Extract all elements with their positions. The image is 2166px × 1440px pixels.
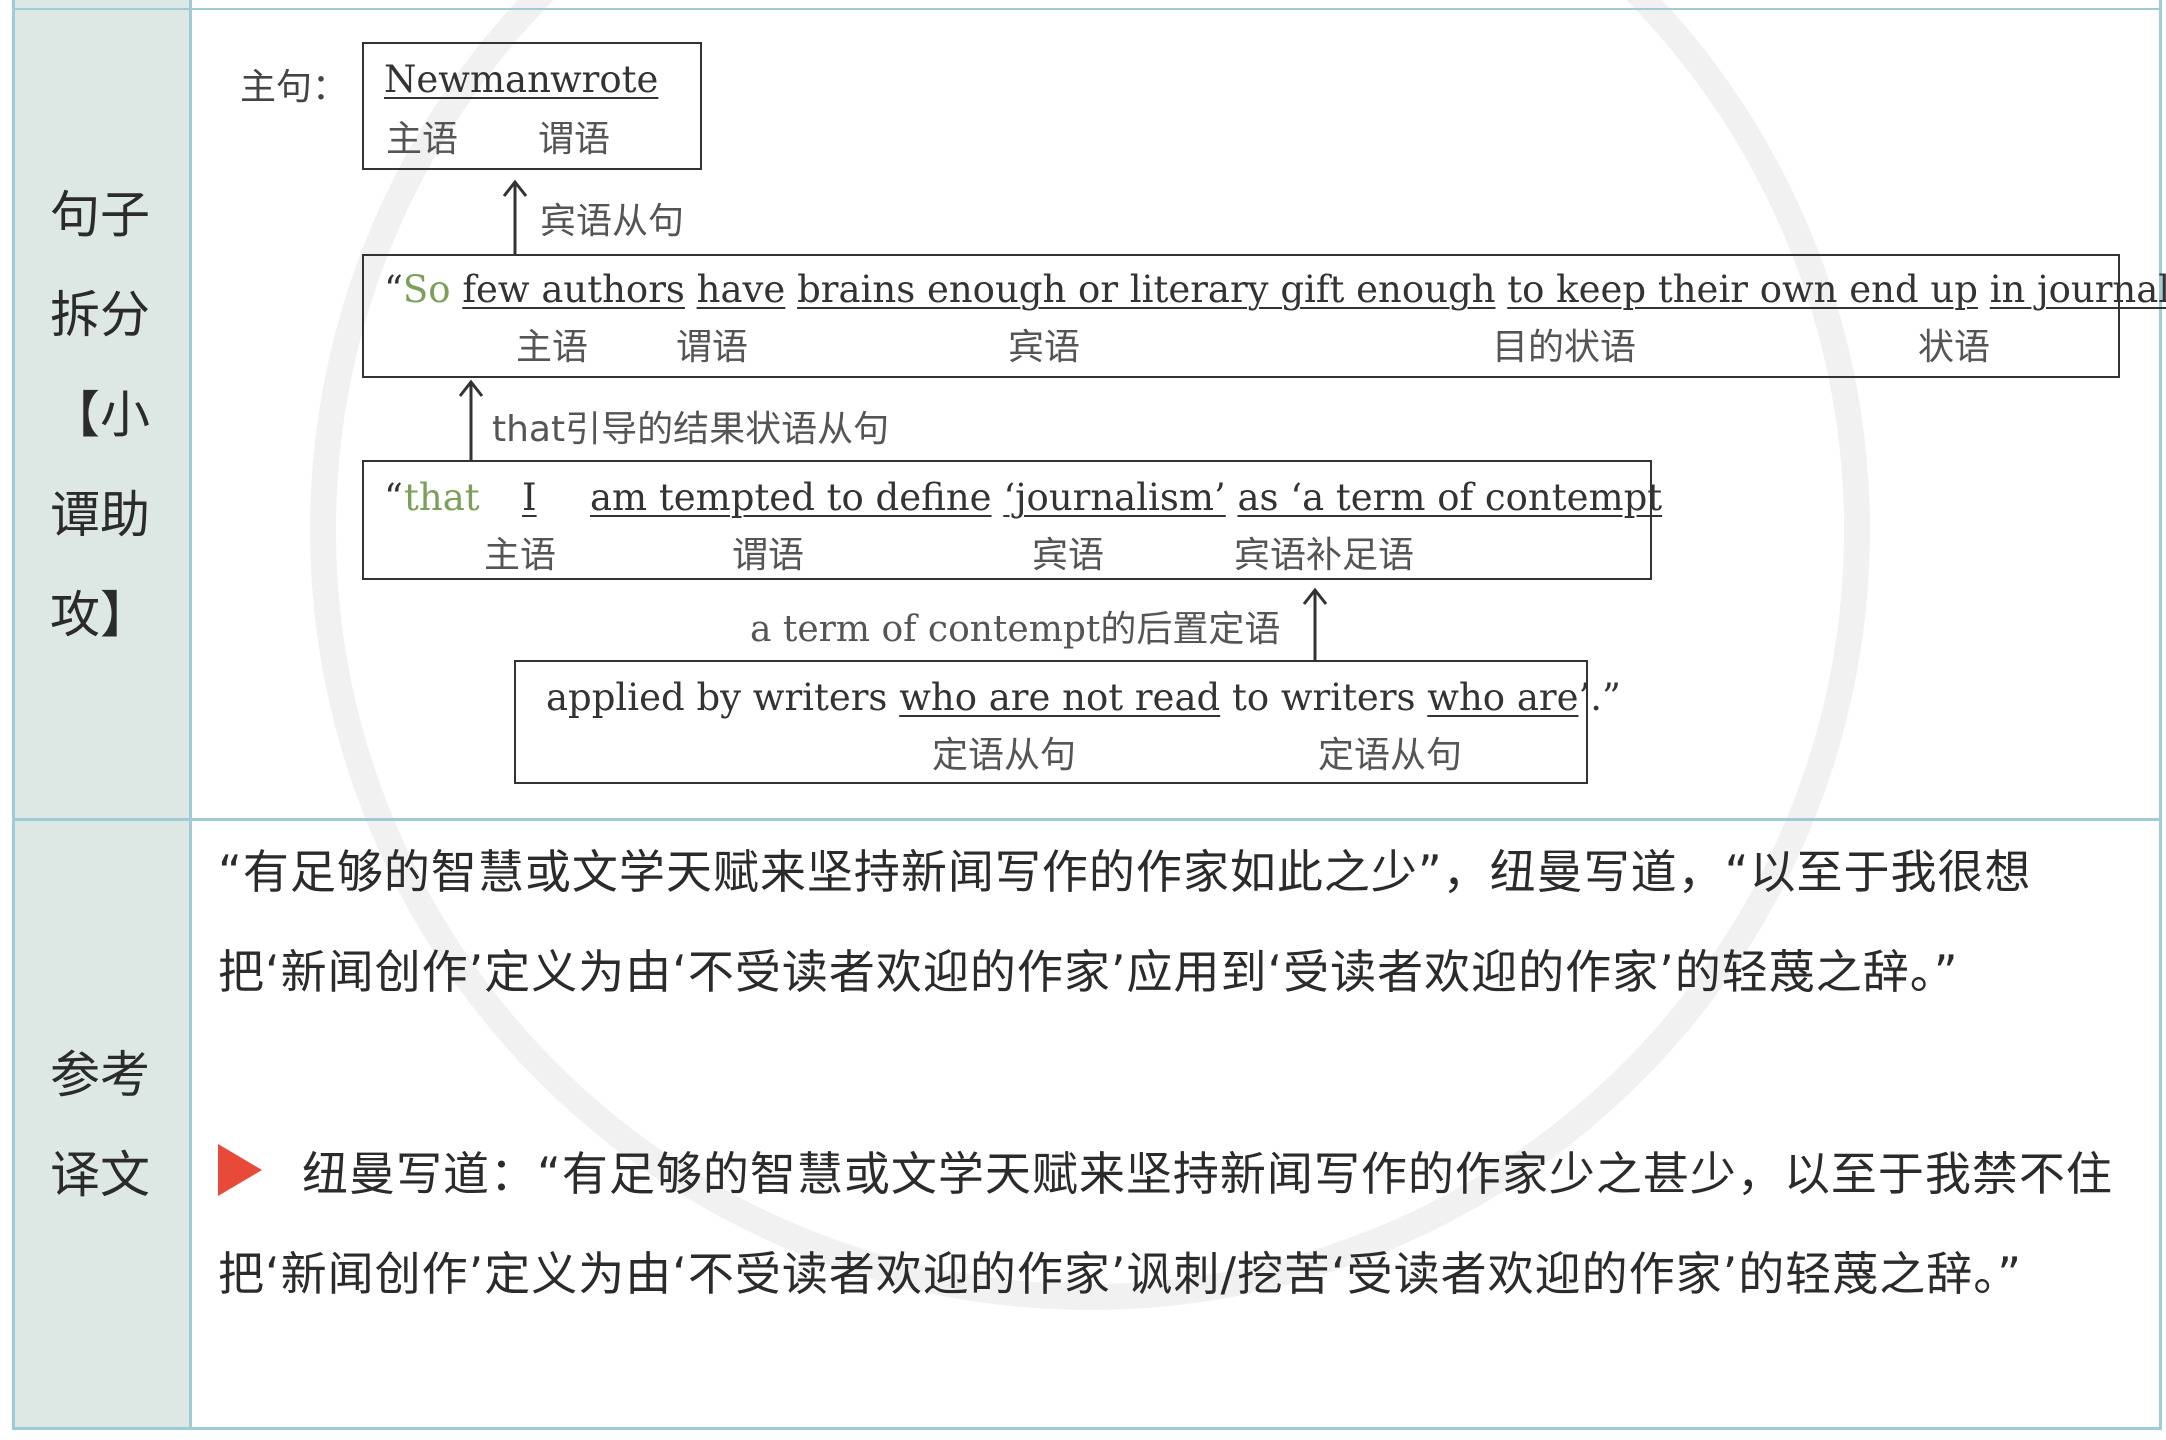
- main-clause-prefix: 主句：: [240, 67, 349, 108]
- clause3-relative-2: who are: [1427, 676, 1579, 719]
- main-subject-tag: 主语: [386, 119, 459, 160]
- label-analysis-line: 【小: [50, 386, 150, 444]
- label-analysis: 句子 拆分 【小 谭助 攻】: [22, 165, 192, 665]
- row-divider: [12, 818, 2162, 821]
- close-quote: ’.”: [1578, 676, 1621, 719]
- label-analysis-line: 句子: [50, 186, 150, 244]
- arrow1-label: 宾语从句: [540, 201, 685, 242]
- clause1-subject-tag: 主语: [516, 327, 589, 368]
- clause1-adverbial-tag: 状语: [1918, 327, 1991, 368]
- arrow3-label: a term of contempt的后置定语: [750, 609, 1281, 650]
- label-analysis-line: 拆分: [50, 286, 150, 344]
- clause3-sentence: applied by writers who are not read to w…: [546, 676, 1621, 719]
- page: 句子 拆分 【小 谭助 攻】 参考 译文 主句： Newman wrote 主语…: [0, 0, 2166, 1440]
- table-top-line: [12, 8, 2162, 10]
- main-verb-tag: 谓语: [538, 119, 611, 160]
- label-analysis-line: 谭助: [50, 486, 150, 544]
- clause1-verb: have: [696, 268, 786, 311]
- label-analysis-line: 攻】: [50, 586, 150, 644]
- clause2-complement: as ‘a term of contempt: [1237, 476, 1663, 519]
- arrow-up-icon: [458, 379, 484, 460]
- clause1-object-tag: 宾语: [1008, 327, 1081, 368]
- clause2-object-tag: 宾语: [1032, 535, 1105, 576]
- clause2-verb: am tempted to define: [590, 476, 992, 519]
- play-marker-icon: [218, 1144, 262, 1196]
- clause1-sentence: “So few authors have brains enough or li…: [384, 268, 2166, 311]
- clause3-relative-2-tag: 定语从句: [1318, 735, 1463, 776]
- clause2-rest: am tempted to define ‘journalism’ as ‘a …: [590, 476, 1662, 519]
- arrow2-label: that引导的结果状语从句: [492, 409, 890, 450]
- clause1-purpose-tag: 目的状语: [1492, 327, 1637, 368]
- clause1-subject: few authors: [462, 268, 685, 311]
- clause2-subject-tag: 主语: [484, 535, 557, 576]
- clause2-open-quote: “: [384, 476, 403, 519]
- clause1-purpose: to keep their own end up: [1507, 268, 1978, 311]
- clause2-subject: I: [522, 476, 537, 519]
- label-translation-line: 参考: [50, 1046, 150, 1104]
- clause1-adverbial: in journalism: [1989, 268, 2166, 311]
- clause2-object: ‘journalism’: [1003, 476, 1226, 519]
- translation-paragraph-2-text: 纽曼写道：“有足够的智慧或文学天赋来坚持新闻写作的作家少之甚少，以至于我禁不住把…: [218, 1147, 2113, 1301]
- arrow-up-icon: [502, 179, 528, 254]
- clause2-complement-tag: 宾语补足语: [1234, 535, 1415, 576]
- label-translation-line: 译文: [50, 1146, 150, 1204]
- open-quote: “: [384, 268, 403, 311]
- main-subject: Newman: [384, 58, 551, 101]
- keyword-that: that: [404, 476, 480, 519]
- clause1-verb-tag: 谓语: [676, 327, 749, 368]
- clause3-text: applied by writers: [546, 676, 888, 719]
- clause2-verb-tag: 谓语: [732, 535, 805, 576]
- keyword-so: So: [402, 268, 451, 311]
- main-verb: wrote: [550, 58, 659, 101]
- translation-paragraph-1: “有足够的智慧或文学天赋来坚持新闻写作的作家如此之少”，纽曼写道，“以至于我很想…: [218, 845, 2032, 999]
- label-translation: 参考 译文: [22, 1025, 192, 1225]
- clause1-object: brains enough or literary gift enough: [797, 268, 1496, 311]
- clause3-text: to writers: [1231, 676, 1416, 719]
- clause3-relative-1-tag: 定语从句: [932, 735, 1077, 776]
- clause3-relative-1: who are not read: [899, 676, 1221, 719]
- translation-paragraph-2: 纽曼写道：“有足够的智慧或文学天赋来坚持新闻写作的作家少之甚少，以至于我禁不住把…: [218, 1124, 2128, 1324]
- arrow-up-icon: [1302, 587, 1328, 660]
